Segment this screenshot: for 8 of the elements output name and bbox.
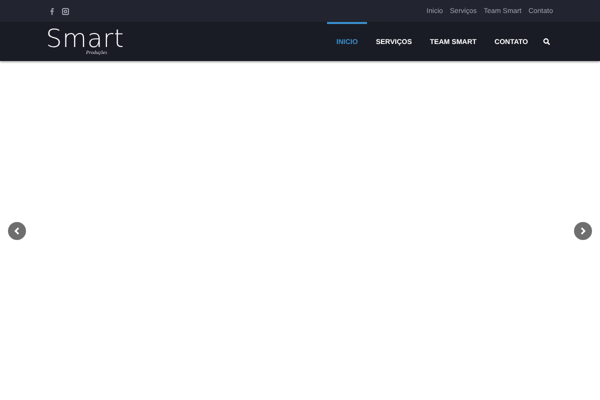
instagram-icon[interactable]	[62, 8, 69, 14]
facebook-icon[interactable]	[50, 8, 54, 14]
logo-wordmark[interactable]: Smart	[46, 27, 124, 51]
previous-arrow-button[interactable]	[8, 222, 26, 240]
search-icon[interactable]	[543, 38, 550, 45]
next-arrow-button[interactable]	[574, 222, 592, 240]
chevron-left-icon	[14, 226, 20, 234]
chevron-right-icon	[580, 226, 586, 234]
